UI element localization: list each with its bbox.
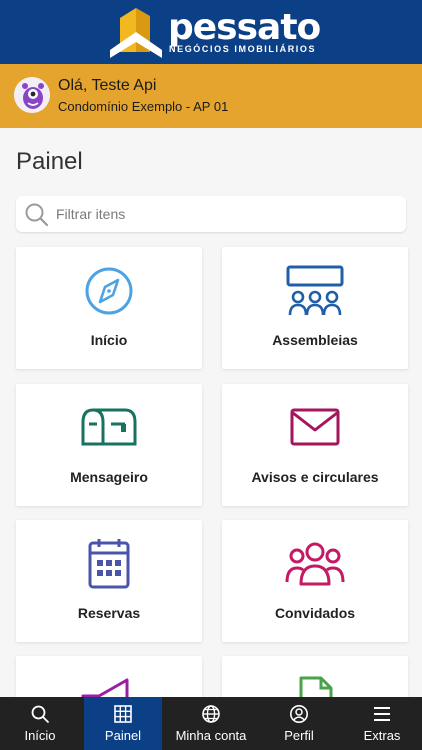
- nav-label: Extras: [363, 728, 401, 743]
- tile-inicio[interactable]: Início: [16, 247, 202, 369]
- tile-mensageiro[interactable]: Mensageiro: [16, 384, 202, 506]
- user-unit: Condomínio Exemplo - AP 01: [58, 99, 229, 114]
- user-greeting: Olá, Teste Api: [58, 77, 157, 94]
- tile-label: Início: [90, 332, 128, 348]
- nav-item-perfil[interactable]: Perfil: [260, 697, 338, 750]
- nav-item-minha-conta[interactable]: Minha conta: [164, 697, 258, 750]
- nav-item-inicio[interactable]: Início: [0, 697, 80, 750]
- building-logo-icon: [110, 8, 162, 58]
- envelope-icon: [290, 408, 340, 446]
- tile-assembleias[interactable]: Assembleias: [222, 247, 408, 369]
- people-icon: [285, 542, 345, 586]
- tile-announcements[interactable]: [16, 656, 202, 698]
- user-bar[interactable]: Olá, Teste Api Condomínio Exemplo - AP 0…: [0, 64, 422, 128]
- tile-label: Reservas: [77, 605, 141, 621]
- grid-icon: [114, 705, 132, 723]
- nav-label: Perfil: [284, 728, 314, 743]
- purple-monster-avatar-icon: [14, 77, 50, 113]
- avatar[interactable]: [14, 77, 50, 113]
- calendar-icon: [88, 539, 130, 589]
- search-input[interactable]: [56, 196, 396, 232]
- tile-label: Convidados: [274, 605, 356, 621]
- megaphone-icon: [81, 678, 129, 698]
- tile-label: Avisos e circulares: [251, 469, 379, 485]
- search-bar[interactable]: [16, 196, 406, 232]
- dashboard-content[interactable]: Painel Início Assembleias: [0, 128, 422, 698]
- bottom-navigation: Início Painel Minha conta Perfil Extras: [0, 697, 422, 750]
- mailbox-icon: [81, 408, 137, 446]
- meeting-icon: [286, 265, 344, 316]
- tile-convidados[interactable]: Convidados: [222, 520, 408, 642]
- nav-item-extras[interactable]: Extras: [342, 697, 422, 750]
- logo-text: pessato: [168, 7, 321, 48]
- tile-label: Mensageiro: [70, 469, 148, 485]
- nav-item-painel[interactable]: Painel: [84, 697, 162, 750]
- user-circle-icon: [290, 705, 308, 723]
- menu-icon: [374, 707, 390, 721]
- app-header: pessato NEGÓCIOS IMOBILIÁRIOS: [0, 0, 422, 64]
- nav-label: Painel: [104, 728, 142, 743]
- tile-avisos[interactable]: Avisos e circulares: [222, 384, 408, 506]
- nav-label: Minha conta: [175, 728, 247, 743]
- pessato-logo: pessato NEGÓCIOS IMOBILIÁRIOS: [106, 6, 321, 60]
- compass-icon: [85, 267, 133, 315]
- nav-label: Início: [24, 728, 56, 743]
- search-icon: [31, 705, 49, 723]
- tile-documents[interactable]: [222, 656, 408, 698]
- search-icon: [25, 203, 49, 227]
- tile-reservas[interactable]: Reservas: [16, 520, 202, 642]
- logo-subtitle: NEGÓCIOS IMOBILIÁRIOS: [169, 44, 317, 54]
- globe-icon: [202, 705, 220, 723]
- document-icon: [299, 676, 333, 698]
- page-title: Painel: [16, 148, 83, 175]
- tile-label: Assembleias: [272, 332, 358, 348]
